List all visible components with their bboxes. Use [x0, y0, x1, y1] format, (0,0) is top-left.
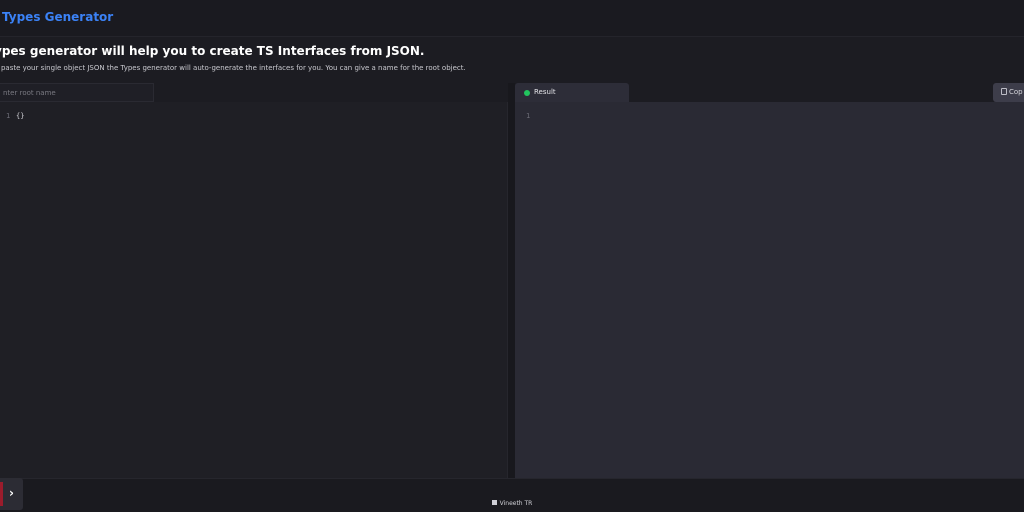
- tab-result[interactable]: Result: [515, 83, 629, 102]
- footer: Vineeth TR: [0, 478, 1024, 512]
- flag-icon: [491, 500, 497, 505]
- footer-credit-text[interactable]: Vineeth TR: [500, 500, 533, 507]
- footer-credit: Vineeth TR: [0, 500, 1024, 507]
- root-name-input[interactable]: [0, 83, 154, 102]
- copy-button-label: Cop: [1009, 88, 1023, 96]
- copy-icon: [1001, 88, 1007, 95]
- copy-button[interactable]: Cop: [993, 83, 1024, 102]
- chevron-right-icon: ›: [9, 486, 14, 500]
- tab-result-label: Result: [534, 88, 556, 96]
- line-number: 1: [6, 112, 11, 120]
- result-editor[interactable]: 1: [515, 102, 1024, 478]
- json-input-editor[interactable]: 1 {}: [0, 102, 508, 478]
- line-number: 1: [526, 112, 531, 120]
- panel-divider[interactable]: [508, 83, 515, 478]
- status-dot-icon: [524, 90, 530, 96]
- header: Types Generator: [0, 0, 1024, 37]
- sidebar-toggle-button[interactable]: ›: [0, 478, 23, 510]
- intro-description: t paste your single object JSON the Type…: [0, 64, 466, 72]
- intro-heading: ypes generator will help you to create T…: [0, 44, 425, 58]
- sidebar-toggle-strip: [0, 482, 3, 506]
- intro-section: ypes generator will help you to create T…: [0, 37, 1024, 83]
- app-title[interactable]: Types Generator: [2, 10, 113, 24]
- code-line: {}: [16, 112, 25, 120]
